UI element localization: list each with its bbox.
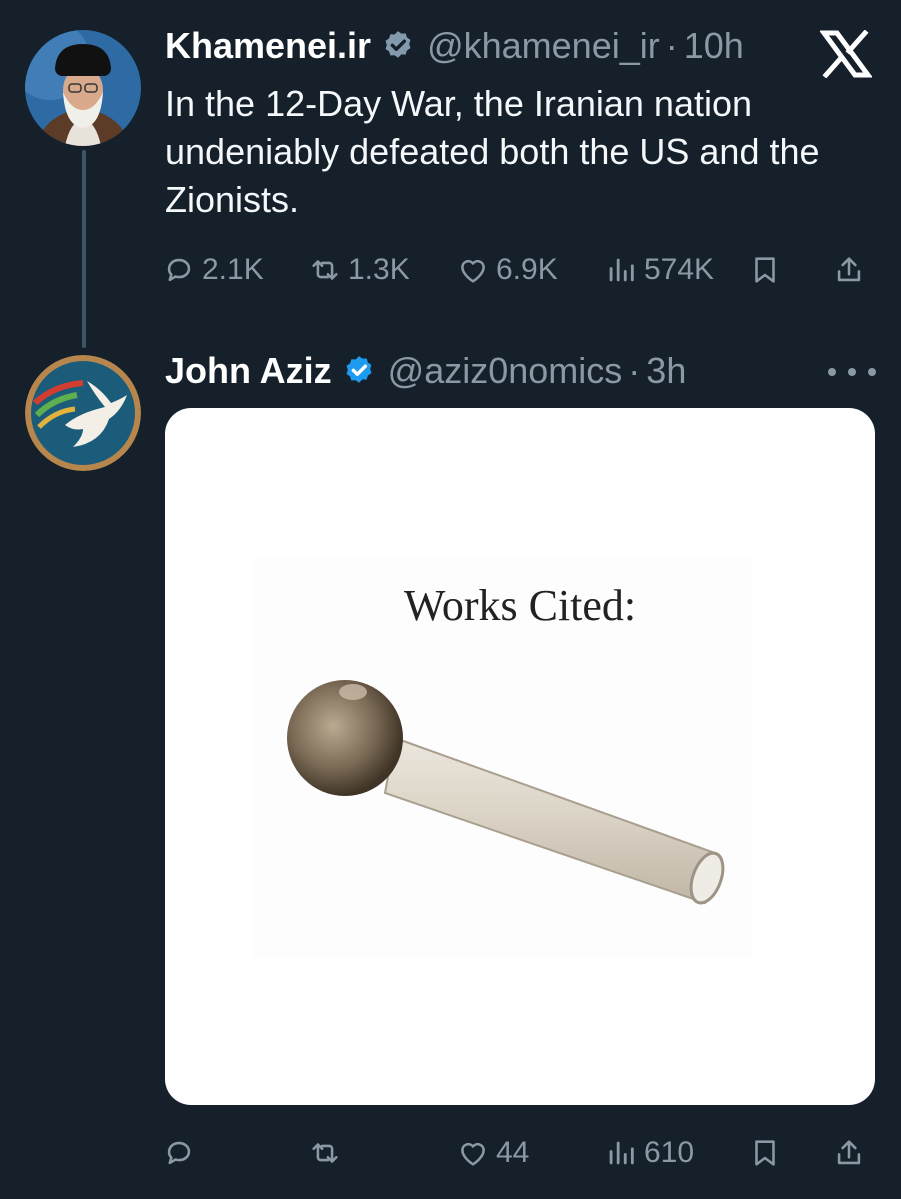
reply-icon [167, 258, 191, 282]
repost-icon [312, 1143, 338, 1163]
tweet1-handle[interactable]: @khamenei_ir [427, 26, 660, 66]
like-icon [461, 259, 485, 283]
views-button[interactable]: 574K [604, 245, 714, 295]
bookmark-button[interactable] [748, 1128, 788, 1178]
reply-count: 2.1K [202, 253, 264, 286]
tweet1-action-bar: 2.1K 1.3K 6.9K 574K [160, 245, 880, 295]
glass-pipe-image [287, 680, 725, 905]
media-caption-text: Works Cited: [403, 581, 637, 630]
bookmark-icon [755, 257, 775, 283]
share-button[interactable] [832, 245, 872, 295]
views-icon [609, 258, 634, 282]
avatar-khamenei[interactable] [25, 30, 141, 146]
repost-icon [312, 260, 338, 280]
views-icon [609, 1141, 634, 1165]
x-logo-icon [820, 30, 872, 78]
tweet1-display-name[interactable]: Khamenei.ir [165, 26, 371, 66]
tweet2-separator: · [628, 350, 641, 391]
tweet2-timestamp[interactable]: 3h [646, 351, 686, 391]
tweet1-timestamp[interactable]: 10h [684, 26, 744, 66]
more-icon [868, 368, 876, 376]
views-button[interactable]: 610 [604, 1128, 694, 1178]
share-button[interactable] [832, 1128, 872, 1178]
tweet2-display-name[interactable]: John Aziz [165, 351, 332, 391]
reply-button[interactable]: 2.1K [162, 245, 264, 295]
reply-button[interactable] [162, 1128, 202, 1178]
like-count: 44 [496, 1136, 530, 1169]
more-options-button[interactable] [828, 360, 876, 384]
more-icon [828, 368, 836, 376]
more-icon [848, 368, 856, 376]
tweet2-handle[interactable]: @aziz0nomics [388, 351, 623, 391]
bookmark-icon [755, 1140, 775, 1166]
like-button[interactable]: 6.9K [456, 245, 558, 295]
verified-icon [346, 356, 372, 383]
like-icon [461, 1142, 485, 1166]
verified-icon [385, 31, 411, 58]
share-icon [837, 1140, 861, 1165]
views-count: 610 [644, 1136, 695, 1169]
tweet2-media-image[interactable]: Works Cited: [165, 408, 875, 1105]
avatar-john-aziz[interactable] [25, 355, 141, 471]
tweet1-separator: · [665, 25, 678, 66]
share-icon [837, 257, 861, 282]
reply-icon [167, 1141, 191, 1165]
bookmark-button[interactable] [748, 245, 788, 295]
tweet2-action-bar: 44 610 [160, 1128, 880, 1178]
tweet2-header: John Aziz @aziz0nomics · 3h [165, 351, 686, 391]
tweet1-header: Khamenei.ir @khamenei_ir · 10h [165, 26, 744, 66]
like-button[interactable]: 44 [456, 1128, 529, 1178]
views-count: 574K [644, 253, 715, 286]
tweet1-text: In the 12-Day War, the Iranian nation un… [165, 83, 820, 220]
repost-button[interactable]: 1.3K [308, 245, 410, 295]
repost-button[interactable] [308, 1128, 348, 1178]
repost-count: 1.3K [348, 253, 410, 286]
thread-connector-line [82, 150, 86, 348]
like-count: 6.9K [496, 253, 558, 286]
